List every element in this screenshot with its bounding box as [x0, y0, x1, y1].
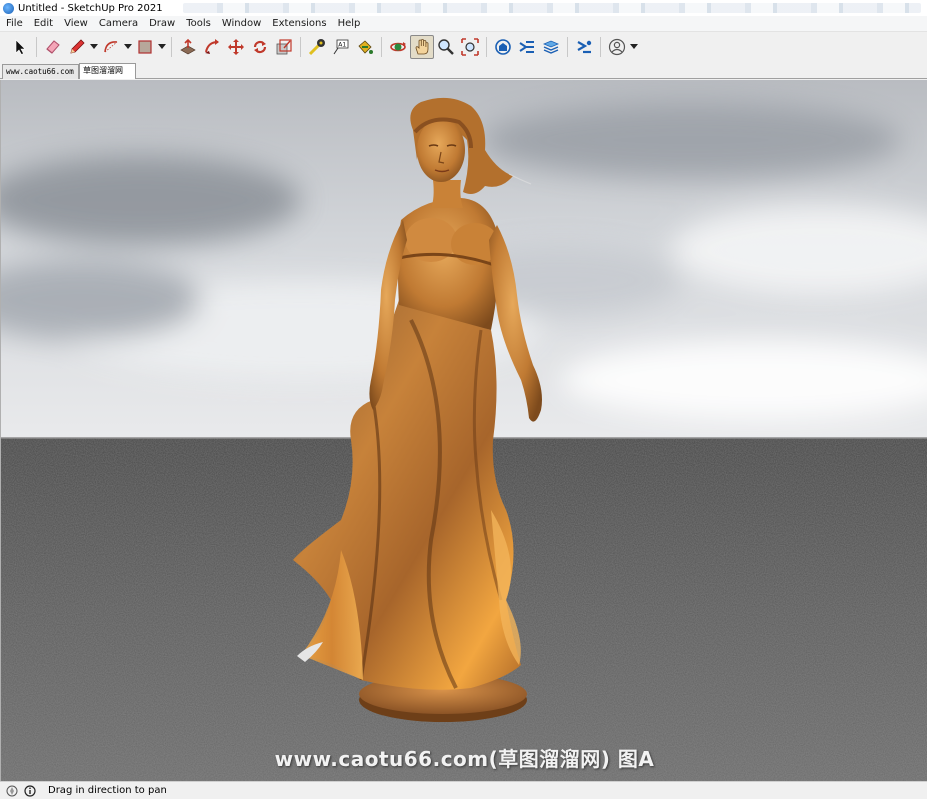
toolbar-separator — [600, 37, 601, 57]
sketchup-window: Untitled - SketchUp Pro 2021 File Edit V… — [0, 0, 927, 799]
menu-tools[interactable]: Tools — [180, 16, 216, 32]
orbit-tool-button[interactable] — [386, 35, 410, 59]
rectangle-tool-dropdown[interactable] — [157, 35, 167, 59]
eraser-icon — [46, 40, 60, 54]
menu-draw[interactable]: Draw — [143, 16, 180, 32]
geo-location-status-icon[interactable] — [6, 785, 18, 797]
move-icon — [228, 39, 244, 55]
3d-warehouse-button[interactable] — [491, 35, 515, 59]
eraser-tool-button[interactable] — [41, 35, 65, 59]
toolbar-separator — [567, 37, 568, 57]
text-label-icon: A1 — [333, 39, 349, 55]
paint-bucket-icon — [358, 40, 373, 54]
paint-bucket-tool-button[interactable] — [353, 35, 377, 59]
toolbar-separator — [171, 37, 172, 57]
move-tool-button[interactable] — [224, 35, 248, 59]
toolbar-separator — [300, 37, 301, 57]
modeling-viewport[interactable]: www.caotu66.com(草图溜溜网) 图A — [0, 80, 927, 781]
follow-me-icon — [205, 39, 219, 54]
main-toolbar: A1 — [0, 33, 927, 61]
select-tool-button[interactable] — [8, 35, 32, 59]
menu-file[interactable]: File — [0, 16, 28, 32]
sketchup-logo-icon — [3, 2, 14, 14]
chevron-down-icon — [630, 44, 638, 49]
scale-icon — [276, 39, 292, 55]
menu-help[interactable]: Help — [332, 16, 366, 32]
arc-icon — [104, 41, 118, 53]
push-pull-tool-button[interactable] — [176, 35, 200, 59]
chevron-down-icon — [90, 44, 98, 49]
instructor-status-icon[interactable] — [24, 784, 36, 797]
svg-text:A1: A1 — [338, 42, 346, 49]
chevron-down-icon — [124, 44, 132, 49]
layout-button[interactable] — [539, 35, 563, 59]
info-circle-icon — [24, 784, 36, 797]
orbit-icon — [390, 42, 406, 52]
zoom-tool-button[interactable] — [434, 35, 458, 59]
select-arrow-icon — [15, 39, 26, 55]
text-tool-button[interactable]: A1 — [329, 35, 353, 59]
account-dropdown[interactable] — [629, 35, 639, 59]
line-tool-dropdown[interactable] — [89, 35, 99, 59]
account-button[interactable] — [605, 35, 629, 59]
push-pull-icon — [180, 38, 196, 55]
toolbar-separator — [36, 37, 37, 57]
toolbar-separator — [486, 37, 487, 57]
arc-tool-dropdown[interactable] — [123, 35, 133, 59]
scale-tool-button[interactable] — [272, 35, 296, 59]
blurred-taskbar-strip — [182, 3, 921, 13]
pan-tool-button[interactable] — [410, 35, 434, 59]
scene-render — [1, 80, 927, 781]
chevron-down-icon — [158, 44, 166, 49]
geo-location-icon — [6, 785, 18, 796]
window-title: Untitled - SketchUp Pro 2021 — [18, 2, 163, 14]
menu-camera[interactable]: Camera — [93, 16, 143, 32]
scene-tab-caotu-liuliu[interactable]: 草图溜溜网 — [79, 63, 136, 79]
rotate-icon — [253, 40, 267, 54]
toolbar-separator — [381, 37, 382, 57]
menu-window[interactable]: Window — [216, 16, 266, 32]
zoom-icon — [438, 39, 454, 55]
status-message: Drag in direction to pan — [48, 785, 167, 796]
scene-tabs-bar: www.caotu66.com 草图溜溜网 — [0, 62, 927, 79]
menu-extensions[interactable]: Extensions — [266, 16, 331, 32]
zoom-extents-tool-button[interactable] — [458, 35, 482, 59]
menu-bar: File Edit View Camera Draw Tools Window … — [0, 16, 927, 32]
extension-warehouse-icon — [519, 41, 534, 53]
line-tool-button[interactable] — [65, 35, 89, 59]
follow-me-tool-button[interactable] — [200, 35, 224, 59]
extension-manager-button[interactable] — [572, 35, 596, 59]
menu-edit[interactable]: Edit — [28, 16, 58, 32]
account-icon — [608, 38, 626, 56]
title-bar: Untitled - SketchUp Pro 2021 — [0, 0, 927, 16]
scene-tab-caotu66[interactable]: www.caotu66.com — [2, 64, 79, 79]
watermark-text: www.caotu66.com(草图溜溜网) 图A — [274, 747, 655, 771]
pencil-line-icon — [70, 39, 85, 54]
tape-measure-icon — [308, 39, 325, 56]
arc-tool-button[interactable] — [99, 35, 123, 59]
menu-view[interactable]: View — [58, 16, 93, 32]
pan-hand-icon — [415, 39, 429, 55]
zoom-extents-icon — [461, 38, 479, 56]
rotate-tool-button[interactable] — [248, 35, 272, 59]
rectangle-shape-icon — [138, 40, 152, 54]
extension-warehouse-button[interactable] — [515, 35, 539, 59]
layout-icon — [542, 40, 560, 54]
rectangle-tool-button[interactable] — [133, 35, 157, 59]
status-bar: Drag in direction to pan — [0, 781, 927, 799]
3d-warehouse-icon — [495, 39, 511, 55]
tape-measure-tool-button[interactable] — [305, 35, 329, 59]
extension-manager-icon — [577, 40, 592, 54]
